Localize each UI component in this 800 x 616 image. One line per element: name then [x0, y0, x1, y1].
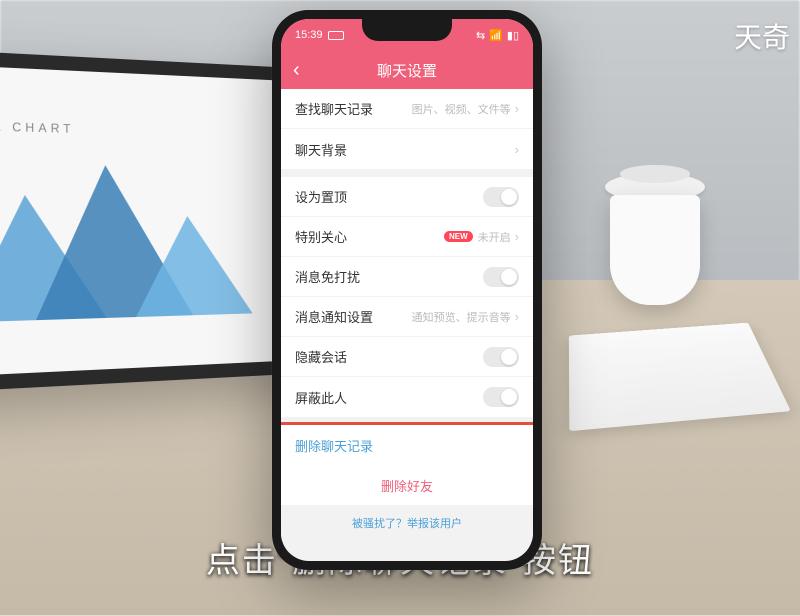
row-block-person[interactable]: 屏蔽此人	[281, 377, 533, 417]
new-badge: NEW	[444, 231, 473, 242]
wifi-icon: ⇆	[476, 29, 485, 42]
phone-notch	[362, 19, 452, 41]
phone-frame: 15:39 ⇆ 📶 ▮▯ ‹ 聊天设置 查找聊天记录 图片、视频、文件等 ›	[272, 10, 542, 570]
chevron-right-icon: ›	[515, 229, 519, 244]
row-delete-chat-history[interactable]: 删除聊天记录	[281, 425, 533, 465]
row-special-care[interactable]: 特别关心 NEW 未开启 ›	[281, 217, 533, 257]
chevron-right-icon: ›	[515, 142, 519, 157]
row-notification-settings[interactable]: 消息通知设置 通知预览、提示音等 ›	[281, 297, 533, 337]
row-sub: 图片、视频、文件等	[412, 101, 511, 117]
row-label: 消息通知设置	[295, 307, 412, 326]
link-label: 被骚扰了？举报该用户	[352, 515, 462, 531]
row-chat-background[interactable]: 聊天背景 ›	[281, 129, 533, 169]
app-header: ‹ 聊天设置	[281, 51, 533, 89]
delete-friend-button[interactable]: 删除好友	[281, 465, 533, 505]
watermark-text: 天奇	[734, 16, 790, 56]
row-sub: 未开启	[478, 229, 511, 245]
row-pin-top[interactable]: 设为置顶	[281, 177, 533, 217]
back-button[interactable]: ‹	[293, 60, 300, 80]
toggle-switch[interactable]	[483, 267, 519, 287]
record-icon	[328, 31, 344, 40]
chevron-right-icon: ›	[515, 101, 519, 116]
row-label: 删除聊天记录	[295, 436, 519, 455]
page-title: 聊天设置	[281, 60, 533, 81]
coffee-cup	[600, 165, 710, 305]
chevron-right-icon: ›	[515, 309, 519, 324]
highlighted-section: 删除聊天记录	[281, 422, 533, 468]
row-do-not-disturb[interactable]: 消息免打扰	[281, 257, 533, 297]
row-label: 查找聊天记录	[295, 99, 412, 118]
row-label: 隐藏会话	[295, 347, 483, 366]
toggle-switch[interactable]	[483, 387, 519, 407]
row-label: 屏蔽此人	[295, 388, 483, 407]
signal-icon: 📶	[489, 29, 503, 42]
toggle-switch[interactable]	[483, 347, 519, 367]
row-hide-conversation[interactable]: 隐藏会话	[281, 337, 533, 377]
row-label: 设为置顶	[295, 187, 483, 206]
toggle-switch[interactable]	[483, 187, 519, 207]
row-search-history[interactable]: 查找聊天记录 图片、视频、文件等 ›	[281, 89, 533, 129]
row-sub: 通知预览、提示音等	[412, 309, 511, 325]
row-label: 消息免打扰	[295, 267, 483, 286]
row-label: 聊天背景	[295, 140, 515, 159]
battery-icon: ▮▯	[507, 29, 519, 42]
row-label: 特别关心	[295, 227, 444, 246]
action-label: 删除好友	[381, 476, 433, 495]
report-user-link[interactable]: 被骚扰了？举报该用户	[281, 505, 533, 541]
status-time: 15:39	[295, 29, 323, 41]
